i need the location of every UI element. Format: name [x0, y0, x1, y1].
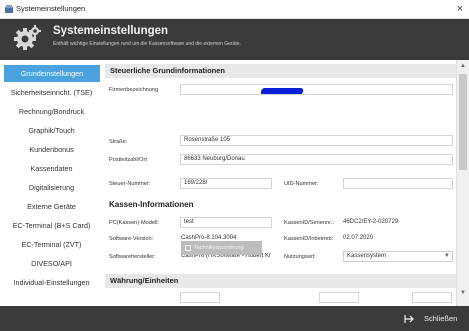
- model-field[interactable]: test: [180, 217, 272, 228]
- sidebar-item-externe-geraete[interactable]: Externe Geräte: [0, 198, 103, 215]
- currency-field-3[interactable]: [412, 292, 452, 303]
- city-label: Postleitzahl/Ort: [109, 157, 147, 163]
- start-value: 02.07.2020: [343, 235, 374, 241]
- redaction-mark: [260, 88, 304, 94]
- close-button-label: Schließen: [424, 314, 458, 323]
- usage-label: Nutzungsart:: [284, 254, 316, 260]
- gear-icon: [14, 25, 41, 50]
- street-label: Straße:: [109, 139, 128, 145]
- chevron-down-icon: ▼: [444, 253, 450, 259]
- tax-section-heading: Steuerliche Grundinformationen: [105, 64, 456, 78]
- sidebar-item-grundeinstellungen[interactable]: Grundeinstellungen: [4, 65, 100, 82]
- technician-assign-button[interactable]: Technikerzuordnung: [181, 241, 262, 255]
- sidebar-item-diveso-api[interactable]: DIVESO/API: [0, 255, 103, 272]
- settings-content: Steuerliche Grundinformationen Firmenbez…: [103, 60, 456, 306]
- currency-field-1[interactable]: [180, 292, 220, 303]
- sidebar-item-rechnung-bondruck[interactable]: Rechnung/Bondruck: [0, 103, 103, 120]
- title-bar: Systemeinstellungen ×: [0, 0, 469, 19]
- taxno-field[interactable]: 169/228/: [180, 178, 272, 189]
- currency-field-2[interactable]: [319, 292, 359, 303]
- window-close-button[interactable]: ×: [457, 2, 463, 16]
- register-section-heading: Kassen-Informationen: [109, 200, 194, 209]
- sidebar-item-graphik-touch[interactable]: Graphik/Touch: [0, 122, 103, 139]
- sidebar-item-ec-terminal-bs[interactable]: EC-Terminal (B+S Card): [0, 217, 103, 234]
- sidebar-item-tse[interactable]: Sicherheitseinricht. (TSE): [0, 84, 103, 101]
- serial-value: 46DC2/EY-2-020729: [343, 219, 399, 225]
- taxno-label: Steuer-Nummer:: [109, 181, 151, 187]
- sidebar-item-ec-terminal-zvt[interactable]: EC-Terminal (ZVT): [0, 236, 103, 253]
- scroll-up-icon[interactable]: ▲: [460, 63, 466, 69]
- app-icon: [5, 5, 13, 13]
- city-field[interactable]: 86633 Neuburg/Donau: [180, 154, 453, 165]
- model-label: PC(Kassen)-Modell:: [109, 220, 160, 226]
- sidebar-item-kassendaten[interactable]: Kassendaten: [0, 160, 103, 177]
- exit-icon: [404, 315, 414, 323]
- assign-icon: [185, 245, 191, 251]
- version-label: Software-Version:: [109, 236, 154, 242]
- sidebar-item-digitalisierung[interactable]: Digitalisierung: [0, 179, 103, 196]
- vertical-scrollbar[interactable]: ▲ ▼: [456, 60, 469, 306]
- usage-select-value: Kassensystem: [347, 253, 387, 259]
- maker-label: Softwarehersteller:: [109, 254, 156, 260]
- page-title: Systemeinstellungen: [53, 25, 169, 37]
- scroll-down-icon[interactable]: ▼: [460, 290, 466, 296]
- sidebar-item-individual[interactable]: Individual-Einstellungen: [0, 274, 103, 291]
- footer-bar: Schließen: [0, 306, 469, 331]
- settings-window: Systemeinstellungen × Systemeinstellunge…: [0, 0, 469, 331]
- usage-select[interactable]: Kassensystem ▼: [343, 251, 453, 262]
- serial-label: KassenID/Seriennr.:: [284, 220, 334, 226]
- header-banner: Systemeinstellungen Enthält wichtige Ein…: [0, 19, 469, 60]
- company-label: Firmenbezeichnung: [109, 87, 159, 93]
- vat-label: UID-Nummer:: [284, 181, 319, 187]
- street-field[interactable]: Rosenstraße 105: [180, 135, 453, 146]
- sidebar-nav: Grundeinstellungen Sicherheitseinricht. …: [0, 60, 103, 306]
- currency-section-heading: Währung/Einheiten: [105, 274, 456, 288]
- scrollbar-thumb[interactable]: [459, 74, 467, 170]
- vat-field[interactable]: [343, 178, 453, 189]
- company-field[interactable]: [180, 84, 453, 95]
- start-label: KassenID/Inbetrieb:: [284, 236, 334, 242]
- sidebar-item-kundenbonus[interactable]: Kundenbonus: [0, 141, 103, 158]
- technician-assign-label: Technikerzuordnung: [194, 245, 244, 251]
- window-title: Systemeinstellungen: [16, 4, 86, 13]
- page-subtitle: Enthält wichtige Einstellungen rund um d…: [53, 41, 241, 47]
